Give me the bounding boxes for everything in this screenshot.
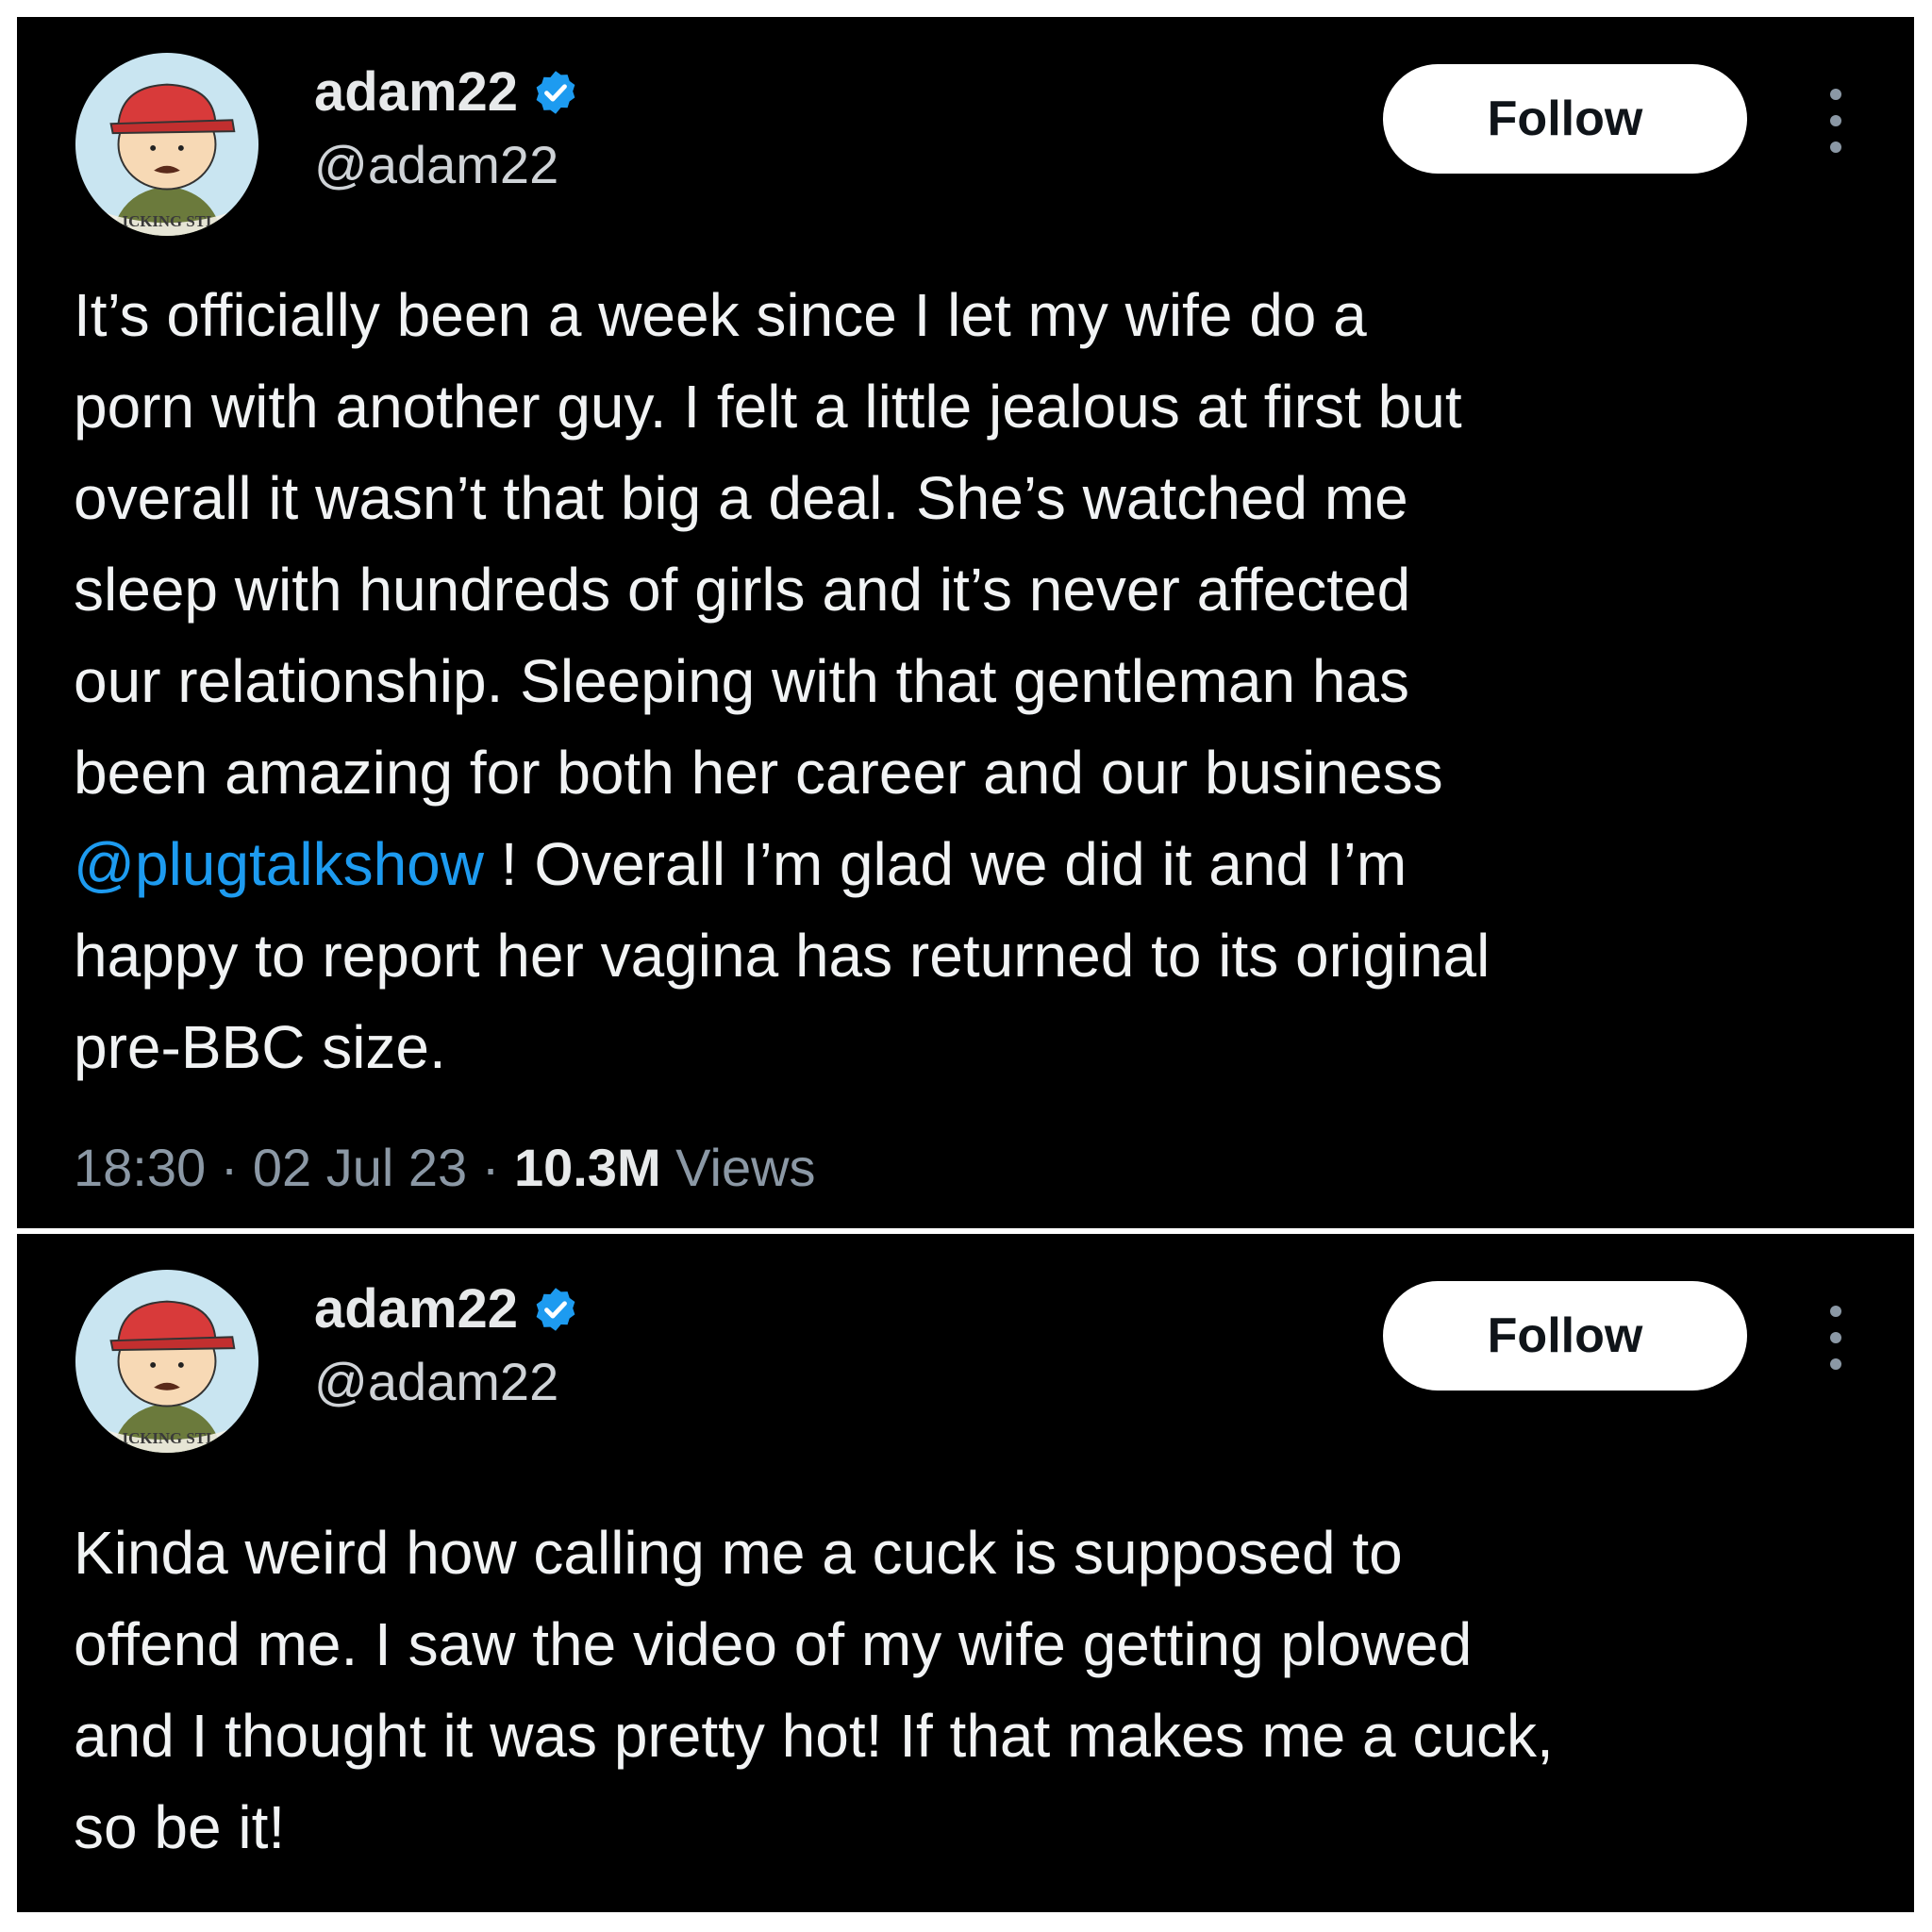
follow-button[interactable]: Follow: [1383, 64, 1747, 174]
author-name[interactable]: adam22: [314, 1277, 518, 1341]
tweet-date[interactable]: 02 Jul 23: [253, 1138, 467, 1197]
tweet-text-part: It’s officially been a week since I let …: [74, 281, 1462, 807]
author-handle[interactable]: @adam22: [314, 1351, 558, 1412]
author-handle[interactable]: @adam22: [314, 134, 558, 195]
svg-text:ICKING STI: ICKING STI: [123, 1429, 212, 1447]
more-vertical-icon[interactable]: [1817, 1300, 1855, 1375]
tweet-text: It’s officially been a week since I let …: [74, 270, 1866, 1093]
tweet-card: ICKING STI adam22 @adam22 Follow It’s of…: [17, 17, 1914, 1228]
verified-badge-icon: [536, 70, 575, 114]
more-vertical-icon[interactable]: [1817, 83, 1855, 158]
views-count: 10.3M: [513, 1138, 661, 1197]
tweet-text: Kinda weird how calling me a cuck is sup…: [74, 1519, 1554, 1861]
follow-button[interactable]: Follow: [1383, 1281, 1747, 1391]
author-name-row: adam22: [314, 60, 580, 124]
author-name-row: adam22: [314, 1277, 580, 1341]
verified-badge-icon: [536, 1287, 575, 1331]
author-name[interactable]: adam22: [314, 60, 518, 124]
tweet-meta: 18:30 · 02 Jul 23 · 10.3M Views: [74, 1138, 816, 1197]
avatar[interactable]: ICKING STI: [74, 1268, 260, 1455]
tweet-time[interactable]: 18:30: [74, 1138, 206, 1197]
avatar[interactable]: ICKING STI: [74, 51, 260, 238]
tweet-card: ICKING STI adam22 @adam22 Follow Kinda w…: [17, 1234, 1914, 1912]
views-label: Views: [675, 1138, 816, 1197]
mention-link[interactable]: @plugtalkshow: [74, 830, 484, 898]
svg-text:ICKING STI: ICKING STI: [123, 212, 212, 230]
